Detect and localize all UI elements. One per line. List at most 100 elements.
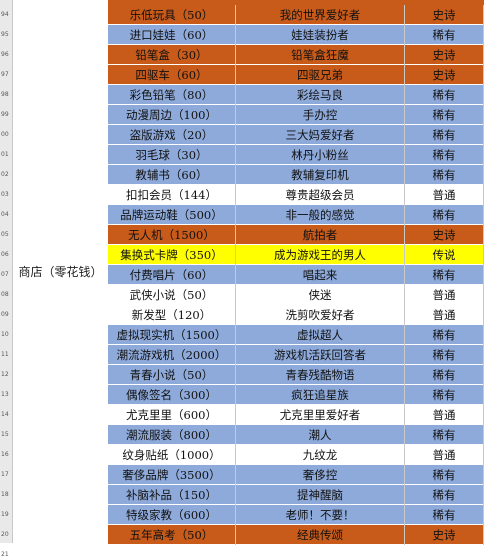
rarity-cell[interactable]: 史诗 (405, 5, 484, 25)
table-row[interactable]: 纹身贴纸（1000） 九纹龙 普通 (108, 445, 484, 465)
rarity-cell[interactable]: 普通 (405, 405, 484, 425)
row-number[interactable]: 96 (0, 52, 13, 58)
item-cell[interactable]: 偶像签名（300） (108, 385, 236, 405)
row-number[interactable]: 20 (0, 532, 13, 538)
item-cell[interactable]: 奢侈品牌（3500） (108, 465, 236, 485)
rarity-cell[interactable]: 稀有 (405, 85, 484, 105)
rarity-cell[interactable]: 稀有 (405, 365, 484, 385)
table-row[interactable]: 进口娃娃（60） 娃娃装扮者 稀有 (108, 25, 484, 45)
item-cell[interactable]: 集换式卡牌（350） (108, 245, 236, 265)
title-cell[interactable]: 成为游戏王的男人 (236, 245, 405, 265)
table-row[interactable]: 武侠小说（50） 侠迷 普通 (108, 285, 484, 305)
rarity-cell[interactable]: 稀有 (405, 165, 484, 185)
title-cell[interactable]: 非一般的感觉 (236, 205, 405, 225)
title-cell[interactable]: 铅笔盒狂魔 (236, 45, 405, 65)
table-row[interactable]: 无人机（1500） 航拍者 史诗 (108, 225, 484, 245)
rarity-cell[interactable]: 稀有 (405, 105, 484, 125)
rarity-cell[interactable]: 稀有 (405, 125, 484, 145)
row-number[interactable]: 10 (0, 332, 13, 338)
table-row[interactable]: 集换式卡牌（350） 成为游戏王的男人 传说 (108, 245, 484, 265)
title-cell[interactable]: 疯狂追星族 (236, 385, 405, 405)
table-row[interactable]: 品牌运动鞋（500） 非一般的感觉 稀有 (108, 205, 484, 225)
row-number[interactable]: 04 (0, 212, 13, 218)
rarity-cell[interactable]: 稀有 (405, 385, 484, 405)
rarity-cell[interactable]: 稀有 (405, 265, 484, 285)
table-row[interactable]: 教辅书（60） 教辅复印机 稀有 (108, 165, 484, 185)
item-cell[interactable]: 纹身贴纸（1000） (108, 445, 236, 465)
row-number[interactable]: 00 (0, 132, 13, 138)
row-number[interactable]: 13 (0, 392, 13, 398)
merged-category-cell[interactable]: 商店（零花钱） (13, 0, 109, 543)
rarity-cell[interactable]: 传说 (405, 245, 484, 265)
title-cell[interactable]: 老师！不要！ (236, 505, 405, 525)
item-cell[interactable]: 进口娃娃（60） (108, 25, 236, 45)
table-row[interactable]: 五年高考（50） 经典传颂 史诗 (108, 525, 484, 545)
table-row[interactable]: 四驱车（60） 四驱兄弟 史诗 (108, 65, 484, 85)
item-cell[interactable]: 动漫周边（100） (108, 105, 236, 125)
table-row[interactable]: 乐低玩具（50） 我的世界爱好者 史诗 (108, 5, 484, 25)
row-number[interactable]: 03 (0, 192, 13, 198)
rarity-cell[interactable]: 普通 (405, 305, 484, 325)
table-row[interactable]: 新发型（120） 洗剪吹爱好者 普通 (108, 305, 484, 325)
rarity-cell[interactable]: 稀有 (405, 425, 484, 445)
rarity-cell[interactable]: 稀有 (405, 345, 484, 365)
rarity-cell[interactable]: 史诗 (405, 225, 484, 245)
item-cell[interactable]: 彩色铅笔（80） (108, 85, 236, 105)
title-cell[interactable]: 奢侈控 (236, 465, 405, 485)
title-cell[interactable]: 林丹小粉丝 (236, 145, 405, 165)
item-cell[interactable]: 铅笔盒（30） (108, 45, 236, 65)
row-number[interactable]: 98 (0, 92, 13, 98)
rarity-cell[interactable]: 史诗 (405, 65, 484, 85)
rarity-cell[interactable]: 普通 (405, 285, 484, 305)
rarity-cell[interactable]: 普通 (405, 185, 484, 205)
title-cell[interactable]: 彩绘马良 (236, 85, 405, 105)
title-cell[interactable]: 侠迷 (236, 285, 405, 305)
item-cell[interactable]: 扣扣会员（144） (108, 185, 236, 205)
table-row[interactable]: 尤克里里（600） 尤克里里爱好者 普通 (108, 405, 484, 425)
row-number[interactable]: 18 (0, 492, 13, 498)
title-cell[interactable]: 三大妈爱好者 (236, 125, 405, 145)
row-number[interactable]: 11 (0, 352, 13, 358)
item-cell[interactable]: 品牌运动鞋（500） (108, 205, 236, 225)
title-cell[interactable]: 虚拟超人 (236, 325, 405, 345)
rarity-cell[interactable]: 稀有 (405, 205, 484, 225)
table-row[interactable]: 青春小说（50） 青春残酷物语 稀有 (108, 365, 484, 385)
item-cell[interactable]: 付费唱片（60） (108, 265, 236, 285)
row-number[interactable]: 19 (0, 512, 13, 518)
row-number[interactable]: 12 (0, 372, 13, 378)
row-number[interactable]: 09 (0, 312, 13, 318)
item-cell[interactable]: 无人机（1500） (108, 225, 236, 245)
table-row[interactable]: 动漫周边（100） 手办控 稀有 (108, 105, 484, 125)
row-number[interactable]: 94 (0, 12, 13, 18)
rarity-cell[interactable]: 稀有 (405, 485, 484, 505)
item-cell[interactable]: 五年高考（50） (108, 525, 236, 545)
table-row[interactable]: 盗版游戏（20） 三大妈爱好者 稀有 (108, 125, 484, 145)
table-row[interactable]: 铅笔盒（30） 铅笔盒狂魔 史诗 (108, 45, 484, 65)
table-row[interactable]: 特级家教（600） 老师！不要！ 稀有 (108, 505, 484, 525)
item-cell[interactable]: 新发型（120） (108, 305, 236, 325)
rarity-cell[interactable]: 史诗 (405, 525, 484, 545)
title-cell[interactable]: 教辅复印机 (236, 165, 405, 185)
item-cell[interactable]: 特级家教（600） (108, 505, 236, 525)
row-number[interactable]: 95 (0, 32, 13, 38)
table-row[interactable]: 扣扣会员（144） 尊贵超级会员 普通 (108, 185, 484, 205)
row-number[interactable]: 99 (0, 112, 13, 118)
title-cell[interactable]: 潮人 (236, 425, 405, 445)
title-cell[interactable]: 娃娃装扮者 (236, 25, 405, 45)
row-number[interactable]: 15 (0, 432, 13, 438)
item-cell[interactable]: 潮流游戏机（2000） (108, 345, 236, 365)
item-cell[interactable]: 补脑补品（150） (108, 485, 236, 505)
row-number[interactable]: 21 (0, 552, 13, 558)
table-row[interactable]: 羽毛球（30） 林丹小粉丝 稀有 (108, 145, 484, 165)
item-cell[interactable]: 青春小说（50） (108, 365, 236, 385)
title-cell[interactable]: 手办控 (236, 105, 405, 125)
table-row[interactable]: 补脑补品（150） 提神醒脑 稀有 (108, 485, 484, 505)
rarity-cell[interactable]: 稀有 (405, 25, 484, 45)
item-cell[interactable]: 四驱车（60） (108, 65, 236, 85)
title-cell[interactable]: 唱起来 (236, 265, 405, 285)
row-number[interactable]: 14 (0, 412, 13, 418)
row-number[interactable]: 02 (0, 172, 13, 178)
row-number[interactable]: 01 (0, 152, 13, 158)
table-row[interactable]: 奢侈品牌（3500） 奢侈控 稀有 (108, 465, 484, 485)
rarity-cell[interactable]: 稀有 (405, 505, 484, 525)
